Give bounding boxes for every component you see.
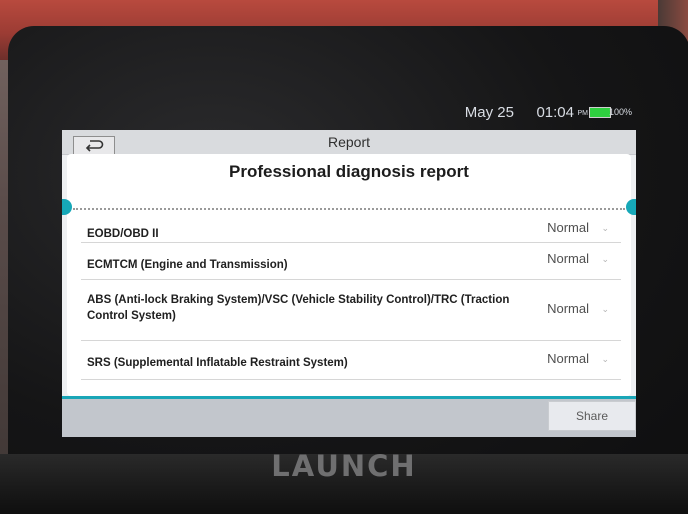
row-status: Normal xyxy=(547,301,589,316)
chevron-down-icon: ⌄ xyxy=(601,304,609,314)
row-status: Normal xyxy=(547,251,589,266)
status-bar: May 25 01:04 PM 100% xyxy=(62,101,636,123)
report-panel: Professional diagnosis report EOBD/OBD I… xyxy=(62,154,636,396)
page-title: Report xyxy=(327,134,371,150)
row-label: EOBD/OBD II xyxy=(87,228,159,240)
battery-icon xyxy=(589,107,611,118)
chevron-down-icon: ⌄ xyxy=(601,354,609,364)
row-label: ECMTCM (Engine and Transmission) xyxy=(87,259,288,271)
bottom-bar: Share xyxy=(62,396,636,437)
report-heading: Professional diagnosis report xyxy=(229,162,469,181)
app-screen: Report Professional diagnosis report EOB… xyxy=(62,130,636,437)
row-status: Normal xyxy=(547,220,589,235)
status-date: May 25 xyxy=(464,104,514,121)
status-time: 01:04 xyxy=(536,104,574,121)
row-status: Normal xyxy=(547,351,589,366)
report-row-ecmtcm[interactable]: ECMTCM (Engine and Transmission) Normal … xyxy=(81,243,621,280)
panel-tab-left xyxy=(62,199,72,215)
dotted-divider xyxy=(73,208,625,210)
device-brand-logo: LAUNCH xyxy=(271,449,417,483)
chevron-down-icon: ⌄ xyxy=(601,223,609,233)
report-row-abs[interactable]: ABS (Anti-lock Braking System)/VSC (Vehi… xyxy=(81,280,621,341)
share-button[interactable]: Share xyxy=(548,401,636,431)
row-label: SRS (Supplemental Inflatable Restraint S… xyxy=(87,357,348,369)
status-ampm: PM xyxy=(577,110,589,117)
report-row-eobd[interactable]: EOBD/OBD II Normal ⌄ xyxy=(81,216,621,243)
chevron-down-icon: ⌄ xyxy=(601,254,609,264)
panel-tab-right xyxy=(626,199,636,215)
report-row-srs[interactable]: SRS (Supplemental Inflatable Restraint S… xyxy=(81,341,621,380)
battery-percentage: 100% xyxy=(608,107,632,117)
row-label: ABS (Anti-lock Braking System)/VSC (Vehi… xyxy=(87,294,510,322)
top-bar: Report xyxy=(62,130,636,156)
